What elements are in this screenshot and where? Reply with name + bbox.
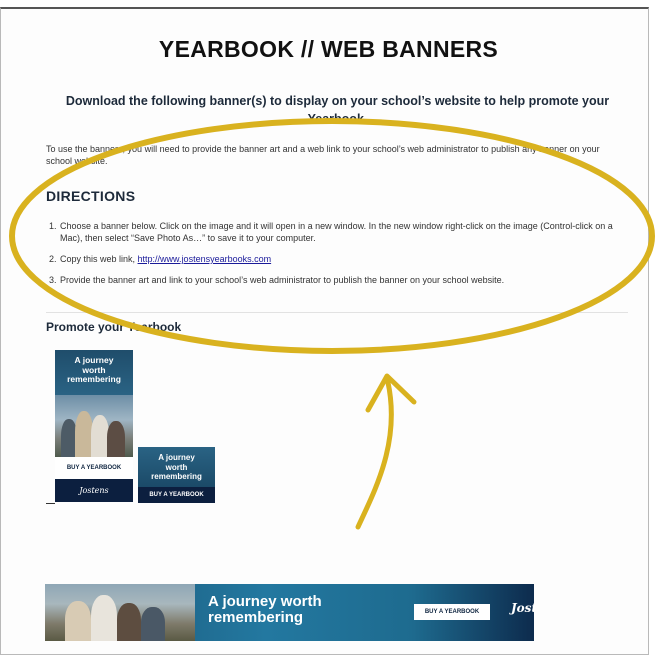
banner-small-headline: A journey worth remembering bbox=[138, 447, 215, 487]
buy-yearbook-button: BUY A YEARBOOK bbox=[414, 604, 490, 620]
banner-small[interactable]: A journey worth remembering BUY A YEARBO… bbox=[138, 447, 215, 503]
direction-step: 2. Copy this web link, http://www.josten… bbox=[46, 253, 616, 265]
jostens-logo: Jostens bbox=[511, 601, 534, 615]
headline-line: A journey worth bbox=[208, 593, 322, 610]
banner-wide-photo bbox=[45, 584, 195, 641]
headline-line: worth bbox=[165, 462, 188, 472]
step-text: Choose a banner below. Click on the imag… bbox=[60, 221, 613, 243]
page-title: YEARBOOK // WEB BANNERS bbox=[158, 36, 499, 62]
step-number: 3. bbox=[49, 275, 57, 285]
directions-list: 1. Choose a banner below. Click on the i… bbox=[46, 220, 616, 295]
direction-step: 3. Provide the banner art and link to yo… bbox=[46, 274, 616, 286]
step-text: Copy this web link, bbox=[60, 254, 138, 264]
headline-line: remembering bbox=[208, 609, 304, 626]
banner-tall-photo bbox=[55, 395, 133, 457]
page-subtitle: Download the following banner(s) to disp… bbox=[65, 94, 610, 126]
banner-tall[interactable]: A journey worth remembering BUY A YEARBO… bbox=[55, 350, 133, 502]
buy-yearbook-button: BUY A YEARBOOK bbox=[55, 457, 133, 479]
direction-step: 1. Choose a banner below. Click on the i… bbox=[46, 220, 616, 244]
step-text: Provide the banner art and link to your … bbox=[60, 275, 505, 285]
jostens-link[interactable]: http://www.jostensyearbooks.com bbox=[138, 254, 272, 264]
banner-tall-headline: A journey worth remembering bbox=[55, 350, 133, 395]
step-number: 1. bbox=[49, 221, 57, 231]
link-underscore bbox=[46, 503, 55, 504]
headline-line: remembering bbox=[151, 472, 202, 481]
buy-yearbook-button: BUY A YEARBOOK bbox=[138, 487, 215, 503]
headline-line: A journey bbox=[158, 453, 195, 462]
step-number: 2. bbox=[49, 254, 57, 264]
promote-heading: Promote your Yearbook bbox=[46, 320, 182, 334]
section-divider bbox=[46, 312, 628, 313]
headline-line: remembering bbox=[67, 374, 121, 384]
banner-wide-headline: A journey worth remembering bbox=[208, 594, 322, 626]
intro-text: To use the banners, you will need to pro… bbox=[46, 144, 600, 166]
directions-heading: DIRECTIONS bbox=[46, 188, 136, 204]
jostens-logo: Jostens bbox=[55, 479, 133, 502]
banner-wide[interactable]: A journey worth remembering BUY A YEARBO… bbox=[45, 584, 534, 641]
